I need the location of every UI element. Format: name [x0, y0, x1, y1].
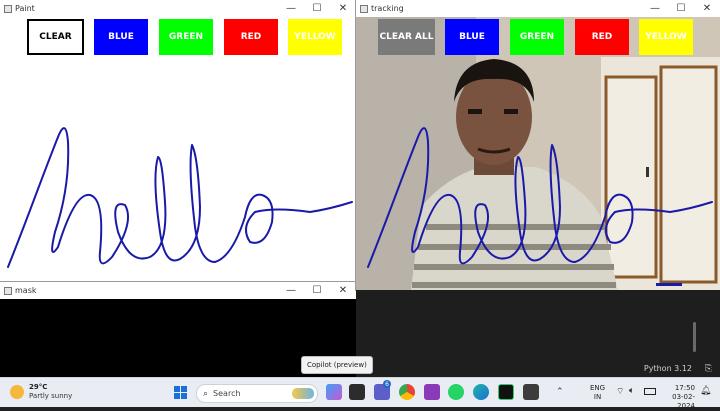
- wifi-icon[interactable]: ⌔: [616, 386, 624, 397]
- chrome-icon[interactable]: [399, 384, 415, 400]
- maximize-icon[interactable]: ☐: [304, 282, 330, 299]
- console-panel: Python 3.12 ⎘: [356, 290, 720, 377]
- app-purple-icon[interactable]: [424, 384, 440, 400]
- sun-cloud-icon: [10, 385, 24, 399]
- python-status[interactable]: Python 3.12: [644, 364, 692, 373]
- notification-bell-icon[interactable]: 🔔︎: [700, 386, 711, 396]
- app-icon: [4, 4, 12, 13]
- whatsapp-icon[interactable]: [448, 384, 464, 400]
- paint-drawing: [7, 127, 353, 268]
- tracking-drawing: [367, 127, 713, 286]
- close-icon[interactable]: ✕: [330, 0, 356, 17]
- tracking-title: tracking: [371, 4, 404, 13]
- maximize-icon[interactable]: ☐: [304, 0, 330, 17]
- language-indicator[interactable]: ENG IN: [590, 384, 605, 402]
- weather-widget[interactable]: 29°C Partly sunny: [10, 383, 72, 401]
- clock-time: 17:50: [674, 384, 695, 392]
- search-highlight-icon: [292, 388, 314, 399]
- search-icon: ⌕: [203, 388, 209, 399]
- tracking-window[interactable]: tracking — ☐ ✕ CLEAR ALL BLUE GREEN RED …: [356, 0, 720, 290]
- camera-feed[interactable]: CLEAR ALL BLUE GREEN RED YELLOW: [356, 17, 720, 290]
- ink-stroke: [367, 127, 713, 268]
- search-placeholder: Search: [213, 389, 241, 398]
- pointer-marker: [656, 283, 682, 286]
- paint-canvas[interactable]: CLEAR BLUE GREEN RED YELLOW: [0, 17, 356, 282]
- task-view-icon[interactable]: [349, 384, 365, 400]
- minimize-icon[interactable]: —: [278, 0, 304, 17]
- close-icon[interactable]: ✕: [694, 0, 720, 17]
- minimize-icon[interactable]: —: [642, 0, 668, 17]
- notification-bell-icon[interactable]: ⎘: [705, 364, 712, 374]
- scrollbar[interactable]: [693, 322, 696, 352]
- paint-window[interactable]: Paint — ☐ ✕ CLEAR BLUE GREEN RED YELLOW: [0, 0, 356, 282]
- battery-icon[interactable]: [644, 388, 656, 395]
- search-box[interactable]: ⌕ Search: [196, 384, 318, 403]
- maximize-icon[interactable]: ☐: [668, 0, 694, 17]
- pycharm-icon[interactable]: [498, 384, 514, 400]
- mask-titlebar[interactable]: mask — ☐ ✕: [0, 282, 356, 299]
- weather-temp: 29°C: [29, 383, 48, 391]
- close-icon[interactable]: ✕: [330, 282, 356, 299]
- app-icon: [4, 286, 12, 295]
- mask-title: mask: [15, 286, 37, 295]
- tracking-titlebar[interactable]: tracking — ☐ ✕: [356, 0, 720, 17]
- python-window-icon[interactable]: [523, 384, 539, 400]
- app-icon: [360, 4, 368, 13]
- lang-line2: IN: [593, 393, 602, 401]
- edge-icon[interactable]: [473, 384, 489, 400]
- chat-badge: 6: [383, 380, 391, 388]
- taskbar: 29°C Partly sunny ⌕ Search 6 ⌃ ENG IN ⌔ …: [0, 377, 720, 410]
- clock-date: 03-02-2024: [672, 393, 695, 410]
- clock[interactable]: 17:50 03-02-2024: [661, 384, 695, 411]
- copilot-icon[interactable]: [326, 384, 342, 400]
- paint-titlebar[interactable]: Paint — ☐ ✕: [0, 0, 356, 17]
- minimize-icon[interactable]: —: [278, 282, 304, 299]
- lang-line1: ENG: [590, 384, 606, 392]
- ink-stroke: [7, 127, 353, 268]
- paint-title: Paint: [15, 4, 35, 13]
- volume-icon[interactable]: 🔈︎: [629, 386, 634, 396]
- copilot-tooltip: Copilot (preview): [301, 356, 373, 374]
- weather-desc: Partly sunny: [29, 392, 73, 400]
- start-icon[interactable]: [174, 386, 187, 399]
- chevron-up-icon[interactable]: ⌃: [556, 387, 564, 397]
